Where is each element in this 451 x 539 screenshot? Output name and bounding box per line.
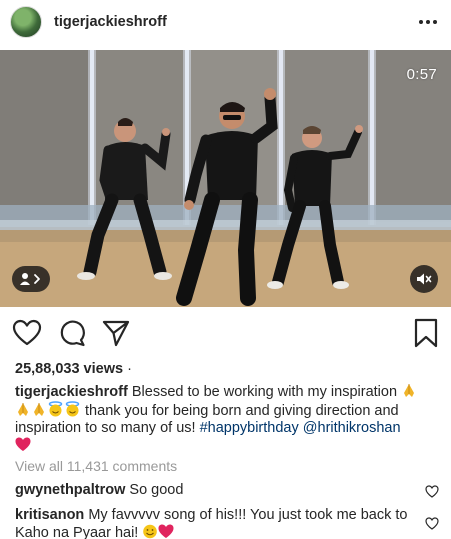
video-timer: 0:57	[406, 66, 437, 83]
comment-username[interactable]: gwynethpaltrow	[15, 482, 125, 498]
post-username[interactable]: tigerjackieshroff	[54, 14, 167, 30]
caption-username[interactable]: tigerjackieshroff	[15, 384, 128, 400]
video-frame-image	[0, 50, 451, 307]
views-count-text: 25,88,033 views	[15, 361, 124, 377]
red-heart-emoji-icon	[15, 437, 31, 451]
post-actions	[0, 318, 451, 350]
comment-like-heart-icon[interactable]	[425, 517, 439, 530]
views-count[interactable]: 25,88,033 views ·	[15, 361, 132, 377]
profile-avatar[interactable]	[10, 6, 42, 38]
smiling-face-emoji-icon	[143, 524, 158, 539]
heart-icon[interactable]	[12, 318, 42, 348]
comment-like-heart-icon[interactable]	[425, 485, 439, 498]
post-caption: tigerjackieshroff Blessed to be working …	[15, 383, 440, 455]
halo-smiley-emoji-icon	[65, 401, 80, 417]
speaker-muted-icon[interactable]	[410, 265, 438, 293]
post-header: tigerjackieshroff	[0, 0, 451, 44]
red-heart-emoji-icon	[158, 524, 174, 538]
view-all-comments-link[interactable]: View all 11,431 comments	[15, 458, 177, 474]
comment-username[interactable]: kritisanon	[15, 507, 84, 523]
more-options-icon[interactable]	[415, 14, 441, 30]
comment-icon[interactable]	[57, 318, 87, 348]
hashtag-link[interactable]: #happybirthday	[200, 420, 299, 436]
bookmark-icon[interactable]	[413, 318, 439, 348]
halo-smiley-emoji-icon	[48, 401, 63, 417]
comment-text: So good	[129, 482, 184, 498]
folded-hands-emoji-icon	[404, 384, 415, 397]
paper-plane-icon[interactable]	[101, 318, 131, 348]
views-separator: ·	[123, 361, 132, 377]
folded-hands-emoji-icon	[34, 403, 44, 416]
comment-item: gwynethpaltrow So good	[15, 482, 420, 499]
user-tag-icon[interactable]	[12, 266, 50, 292]
mention-link[interactable]: @hrithikroshan	[303, 420, 401, 436]
folded-hands-emoji-icon	[18, 403, 28, 416]
comment-item: kritisanon My favvvvv song of his!!! You…	[15, 507, 420, 539]
caption-text-line1: Blessed to be working with my inspiratio…	[131, 384, 398, 400]
post-video[interactable]: 0:57	[0, 50, 451, 307]
